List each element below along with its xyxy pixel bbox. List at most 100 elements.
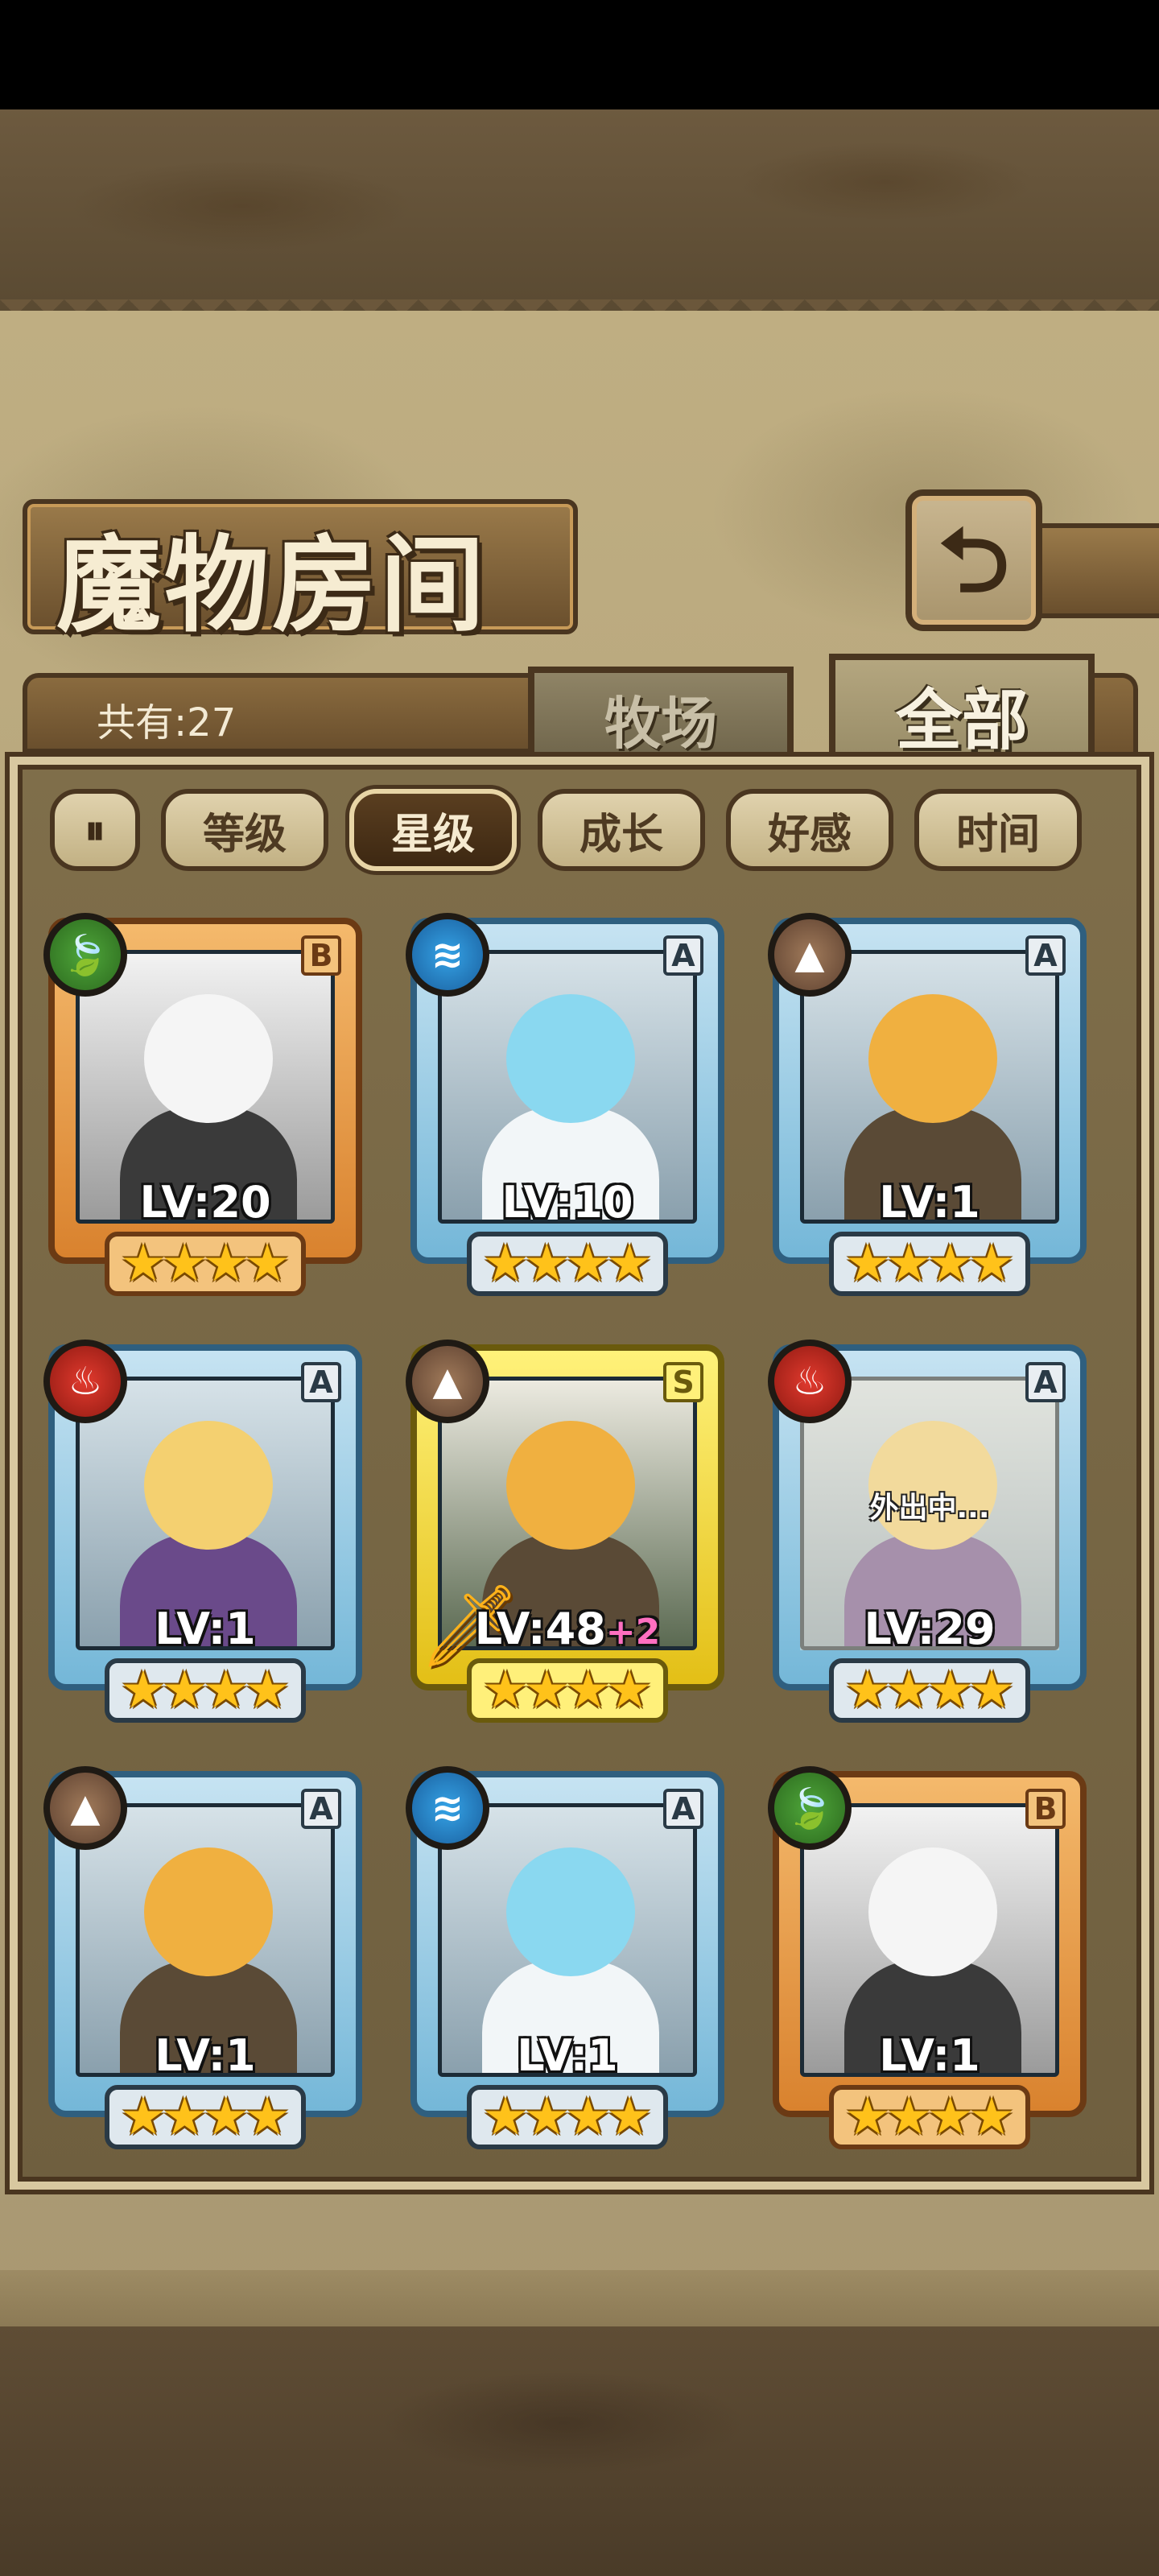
star-icon: ★ [161,2087,208,2147]
portrait-head [144,1847,273,1976]
star-icon: ★ [927,2087,974,2147]
back-button[interactable]: ⮌ [905,489,1042,631]
star-icon: ★ [844,1234,891,1294]
level-bonus: +2 [605,1612,661,1653]
portrait-head [506,1847,635,1976]
monster-level: LV:1 [773,2030,1087,2081]
rank-badge: A [663,1789,703,1829]
star-rating: ★ ★ ★ ★ [467,1658,668,1723]
star-rating: ★ ★ ★ ★ [467,1232,668,1296]
earth-element-icon: ▲ [768,913,852,997]
star-icon: ★ [606,1234,653,1294]
rank-badge: A [663,935,703,976]
monster-level: LV:1 [410,2030,724,2081]
star-icon: ★ [482,2087,529,2147]
monster-level: LV:1 [773,1177,1087,1228]
portrait-head [144,994,273,1123]
star-icon: ★ [968,1234,1015,1294]
monster-card[interactable]: 外出中... A ♨ LV:29 ★ ★ ★ ★ [768,1340,1087,1731]
level-value: LV:1 [517,2030,618,2081]
star-icon: ★ [203,1661,250,1720]
monster-card[interactable]: A ≋ LV:1 ★ ★ ★ ★ [406,1766,724,2157]
level-value: LV:48 [474,1604,606,1654]
level-value: LV:1 [155,1604,256,1654]
fire-element-icon: ♨ [768,1340,852,1423]
star-rating: ★ ★ ★ ★ [105,2085,306,2149]
star-icon: ★ [565,1234,612,1294]
portrait-head [868,994,997,1123]
rank-badge: S [663,1362,703,1402]
rank-badge: A [1025,935,1066,976]
status-bar [0,0,1159,109]
level-value: LV:29 [864,1604,996,1654]
sort-order-icon: ⏸ [85,806,105,853]
tab-farm[interactable]: 牧场 [528,667,794,771]
monster-card[interactable]: A ≋ LV:10 ★ ★ ★ ★ [406,913,724,1304]
monster-card[interactable]: A ▲ LV:1 ★ ★ ★ ★ [43,1766,362,2157]
return-arrow-icon: ⮌ [938,509,1010,612]
sort-star-button[interactable]: 星级 [349,789,517,871]
sort-time-button[interactable]: 时间 [914,789,1082,871]
sort-order-toggle[interactable]: ⏸ [50,789,140,871]
tab-bar-edge [1095,673,1138,770]
monster-card[interactable]: S▲🗡LV:48+2★★★★ [406,1340,724,1731]
star-icon: ★ [968,1661,1015,1720]
bottom-band [0,2270,1159,2326]
monster-level: LV:1 [48,2030,362,2081]
wind-element-icon: 🍃 [43,913,127,997]
rank-badge: A [301,1789,341,1829]
monster-card[interactable]: B 🍃 LV:1 ★ ★ ★ ★ [768,1766,1087,2157]
star-rating: ★ ★ ★ ★ [829,1232,1030,1296]
star-icon: ★ [885,1661,932,1720]
star-icon: ★ [120,2087,167,2147]
level-value: LV:1 [155,2030,256,2081]
star-icon: ★ [523,1661,570,1720]
portrait-head [506,1421,635,1550]
star-icon: ★ [244,2087,291,2147]
star-icon: ★ [968,2087,1015,2147]
star-icon: ★ [565,2087,612,2147]
star-icon: ★ [885,1234,932,1294]
star-icon: ★ [482,1234,529,1294]
star-icon: ★ [120,1234,167,1294]
star-icon: ★ [606,2087,653,2147]
fire-element-icon: ♨ [43,1340,127,1423]
star-rating: ★ ★ ★ ★ [829,1658,1030,1723]
monster-card[interactable]: A ♨ LV:1 ★ ★ ★ ★ [43,1340,362,1731]
portrait-head [506,994,635,1123]
level-value: LV:1 [879,1177,980,1228]
monster-level: LV:1 [48,1604,362,1654]
level-value: LV:20 [139,1177,271,1228]
rank-badge: A [1025,1362,1066,1402]
star-icon: ★ [203,1234,250,1294]
star-icon: ★ [244,1661,291,1720]
portrait-head [144,1421,273,1550]
star-icon: ★ [927,1234,974,1294]
level-value: LV:1 [879,2030,980,2081]
sort-affection-button[interactable]: 好感 [726,789,893,871]
star-icon: ★ [161,1661,208,1720]
monster-level: LV:29 [773,1604,1087,1654]
map-background-top [0,109,1159,311]
sort-level-button[interactable]: 等级 [161,789,328,871]
sort-growth-button[interactable]: 成长 [538,789,705,871]
star-icon: ★ [120,1661,167,1720]
wind-element-icon: 🍃 [768,1766,852,1850]
level-value: LV:10 [501,1177,633,1228]
sort-bar: ⏸ 等级 星级 成长 好感 时间 [50,789,1096,877]
star-icon: ★ [161,1234,208,1294]
star-icon: ★ [523,2087,570,2147]
star-icon: ★ [606,1661,653,1720]
monster-count: 共有:27 [97,700,237,745]
star-rating: ★ ★ ★ ★ [829,2085,1030,2149]
earth-element-icon: ▲ [43,1766,127,1850]
monster-card[interactable]: B 🍃 LV:20 ★ ★ ★ ★ [43,913,362,1304]
monster-status: 外出中... [869,1492,990,1525]
star-icon: ★ [565,1661,612,1720]
monster-card[interactable]: A ▲ LV:1 ★ ★ ★ ★ [768,913,1087,1304]
star-icon: ★ [927,1661,974,1720]
star-icon: ★ [885,2087,932,2147]
monster-level: LV:20 [48,1177,362,1228]
star-icon: ★ [482,1661,529,1720]
monster-level: LV:10 [410,1177,724,1228]
